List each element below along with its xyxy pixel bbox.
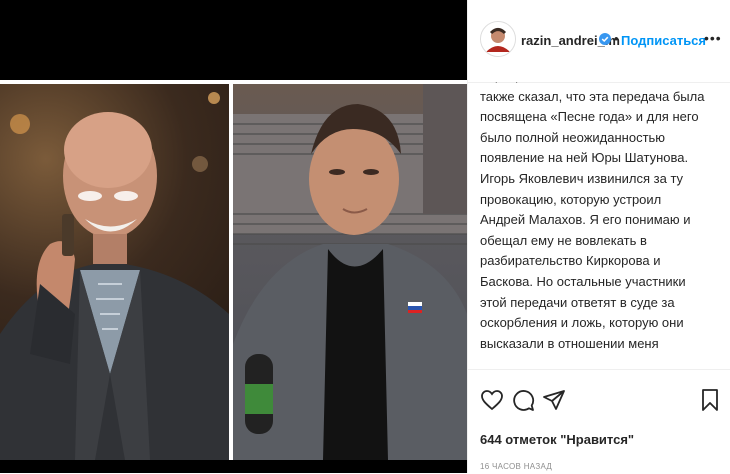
caption-fade <box>468 355 730 369</box>
post-timestamp[interactable]: 16 часов назад <box>480 462 552 471</box>
photo-man-phone <box>0 84 229 460</box>
media-bottom-border <box>0 460 467 473</box>
post-sidebar: razin_andrei_lm • Подписаться ••• Киркор… <box>467 0 730 473</box>
heart-icon[interactable] <box>480 388 504 412</box>
bookmark-icon[interactable] <box>698 388 722 412</box>
post-header: razin_andrei_lm • Подписаться ••• <box>468 0 730 83</box>
comment-icon[interactable] <box>511 388 535 412</box>
verified-badge-icon <box>599 33 611 45</box>
post-actions: 644 отметок "Нравится" 16 часов назад <box>468 369 730 474</box>
post-media[interactable] <box>0 0 467 473</box>
post-caption: Киркорова и Николая Баскова. Он также ск… <box>480 82 705 351</box>
photo-man-studio <box>233 84 467 460</box>
instagram-post: razin_andrei_lm • Подписаться ••• Киркор… <box>0 0 730 473</box>
caption-scroll-area[interactable]: Киркорова и Николая Баскова. Он также ск… <box>468 82 730 369</box>
more-options-icon[interactable]: ••• <box>704 30 722 46</box>
avatar[interactable] <box>480 21 516 57</box>
likes-count[interactable]: 644 отметок "Нравится" <box>480 432 634 447</box>
header-separator: • <box>614 31 619 46</box>
paper-plane-icon[interactable] <box>542 388 566 412</box>
follow-button[interactable]: Подписаться <box>621 33 706 48</box>
